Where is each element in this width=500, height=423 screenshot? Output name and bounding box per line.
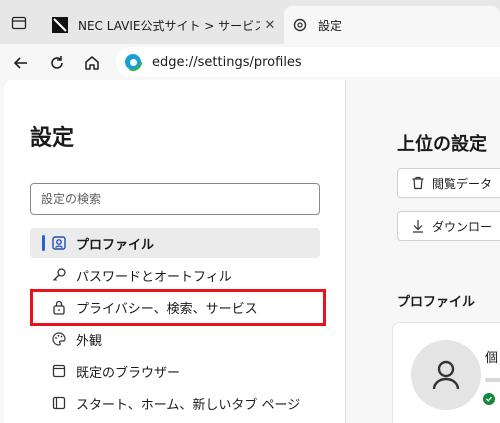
key-icon [50,266,68,284]
profiles-heading: プロファイル [397,295,476,310]
home-button[interactable] [79,50,105,76]
palette-icon [50,330,68,348]
tab-settings[interactable]: 設定 [284,6,500,44]
download-icon [410,218,426,234]
downloads-button[interactable]: ダウンロー [397,211,500,241]
sidebar-item-label: 既定のブラウザー [76,365,181,381]
tab-actions-icon [11,16,27,30]
profile-name: 個 [485,351,499,366]
settings-sidebar: 設定 プロファイル パスワードとオートフィル プライバシー、検索、サービス 外観 [4,80,346,423]
tab-actions-button[interactable] [6,10,32,36]
tab-nec-lavie[interactable]: NEC LAVIE公式サイト > サービス&サ ✕ [44,6,284,44]
settings-page: 設定 プロファイル パスワードとオートフィル プライバシー、検索、サービス 外観 [0,80,500,423]
sidebar-item-passwords[interactable]: パスワードとオートフィル [30,260,320,290]
sidebar-item-default-browser[interactable]: 既定のブラウザー [30,356,320,386]
back-arrow-icon [13,57,27,69]
sidebar-item-label: プロファイル [76,237,155,253]
edge-logo-icon [124,53,142,71]
trash-icon [410,175,426,191]
browsing-data-button[interactable]: 閲覧データ [397,168,500,198]
tab-title: NEC LAVIE公式サイト > サービス&サ [78,18,260,33]
highlight-box [30,289,326,326]
nec-favicon [52,17,68,33]
settings-title: 設定 [30,126,75,151]
tab-bar: NEC LAVIE公式サイト > サービス&サ ✕ 設定 [0,0,500,44]
navigation-bar: edge://settings/profiles [0,44,500,80]
refresh-icon [51,56,63,69]
tab-title: 設定 [318,18,343,33]
profile-icon [50,234,68,252]
sidebar-item-profiles[interactable]: プロファイル [30,228,320,258]
button-label: 閲覧データ [432,176,493,191]
settings-main: 上位の設定 閲覧データ ダウンロー プロファイル 個 [347,80,500,423]
profile-card[interactable]: 個 [392,322,500,423]
profile-email-redacted [485,378,500,382]
sidebar-item-label: スタート、ホーム、新しいタブ ページ [76,397,301,413]
sidebar-item-start-home-newtab[interactable]: スタート、ホーム、新しいタブ ページ [30,388,320,418]
sync-status-icon [483,393,495,405]
top-settings-title: 上位の設定 [397,134,487,155]
close-icon[interactable]: ✕ [260,18,280,33]
settings-search-input[interactable] [30,183,320,215]
address-bar[interactable]: edge://settings/profiles [116,47,500,77]
home-page-icon [50,394,68,412]
button-label: ダウンロー [432,219,493,234]
sidebar-item-label: 外観 [76,333,103,349]
browser-icon [50,362,68,380]
refresh-button[interactable] [44,50,70,76]
home-icon [85,56,99,70]
avatar [411,340,481,410]
person-icon [432,360,460,390]
sidebar-item-label: パスワードとオートフィル [76,269,232,285]
gear-icon [293,18,307,32]
back-button[interactable] [8,50,34,76]
sidebar-item-appearance[interactable]: 外観 [30,324,320,354]
address-url: edge://settings/profiles [152,54,302,70]
